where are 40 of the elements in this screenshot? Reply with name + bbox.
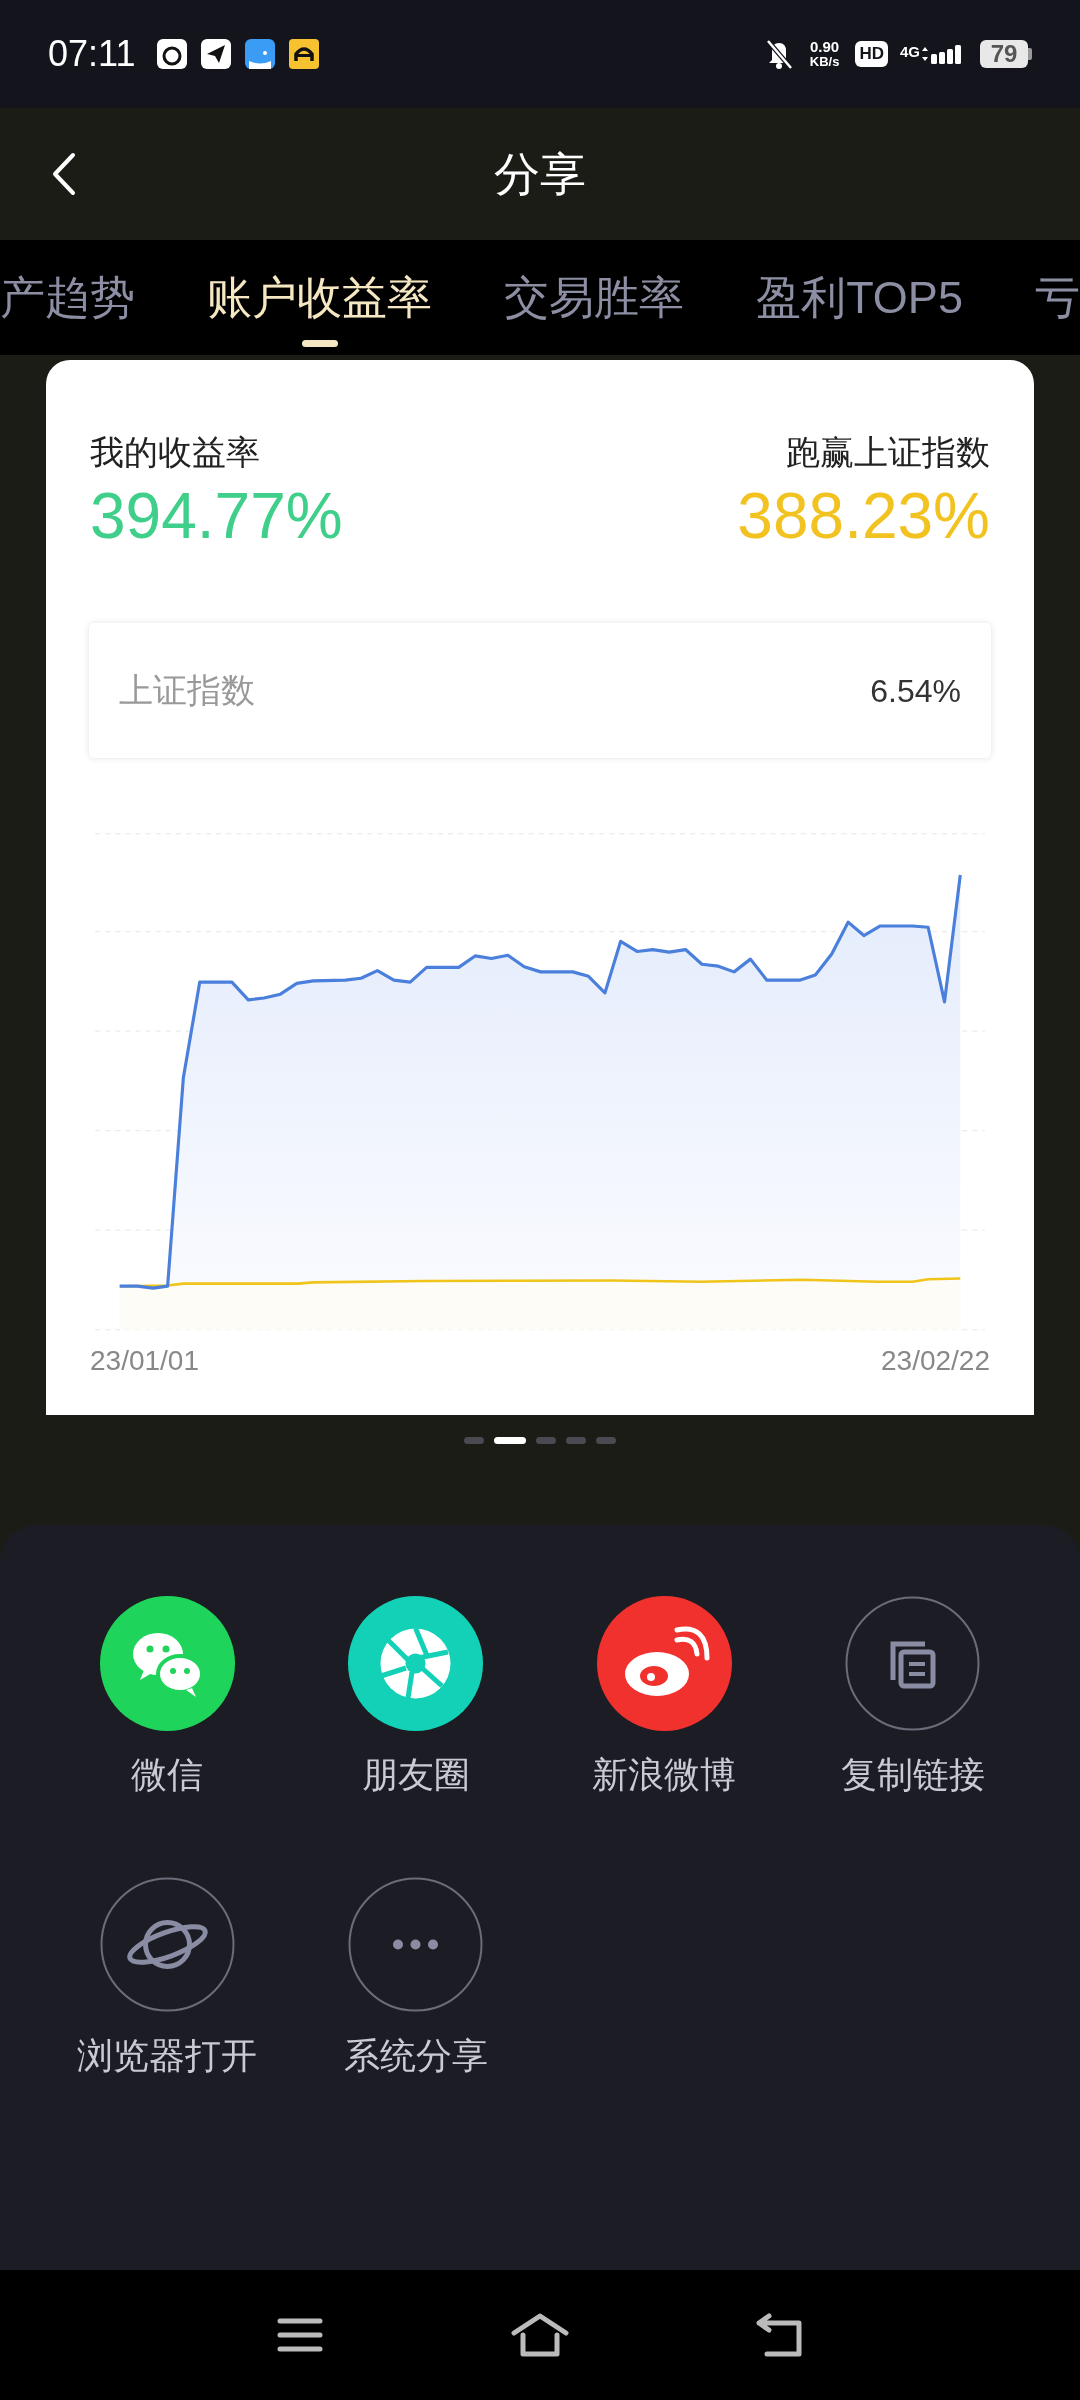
paper-plane-icon: [201, 39, 232, 69]
page-title: 分享: [494, 146, 586, 202]
home-icon: [511, 2313, 569, 2357]
car-icon: [289, 39, 320, 69]
axis-label: 23/02/22: [881, 1344, 990, 1378]
tab[interactable]: 交易胜率: [504, 270, 685, 347]
tab[interactable]: 盈利TOP5: [756, 270, 963, 347]
chat-bubbles-icon: [99, 1596, 235, 1731]
tab[interactable]: 产趋势: [0, 270, 135, 347]
share-option[interactable]: 系统分享: [291, 1877, 540, 2078]
more-icon: [348, 1877, 484, 2012]
hd-badge: HD: [855, 41, 888, 67]
menu-icon: [277, 2317, 323, 2353]
share-option[interactable]: 微信: [43, 1596, 292, 1797]
tab[interactable]: 账户收益率: [207, 270, 433, 347]
copy-icon: [845, 1596, 981, 1731]
share-option[interactable]: 新浪微博: [540, 1596, 789, 1797]
eye-logo-icon: [596, 1596, 732, 1731]
outperform-value: 388.23%: [737, 479, 990, 554]
battery-level: 79: [980, 40, 1028, 68]
app-icon: [157, 39, 188, 69]
return-value: 394.77%: [90, 479, 343, 554]
back-icon: [755, 2313, 805, 2357]
aperture-icon: [348, 1596, 484, 1731]
axis-label: 23/01/01: [90, 1344, 199, 1378]
tab[interactable]: 亏: [1034, 270, 1080, 347]
benchmark-value: 6.54%: [870, 671, 961, 711]
share-option[interactable]: 复制链接: [788, 1596, 1037, 1797]
network-speed: 0.90: [810, 39, 840, 54]
signal-icon: [922, 44, 962, 64]
network-type: 4G: [900, 44, 920, 59]
app-icon: [245, 39, 276, 69]
outperform-label: 跑赢上证指数: [786, 432, 990, 472]
network-speed-unit: KB/s: [809, 54, 840, 69]
return-label: 我的收益率: [90, 432, 261, 472]
clock-time: 07:11: [48, 32, 136, 76]
benchmark-label: 上证指数: [119, 670, 255, 711]
share-option[interactable]: 朋友圈: [291, 1596, 540, 1797]
planet-icon: [99, 1877, 235, 2012]
share-option[interactable]: 浏览器打开: [43, 1877, 292, 2078]
